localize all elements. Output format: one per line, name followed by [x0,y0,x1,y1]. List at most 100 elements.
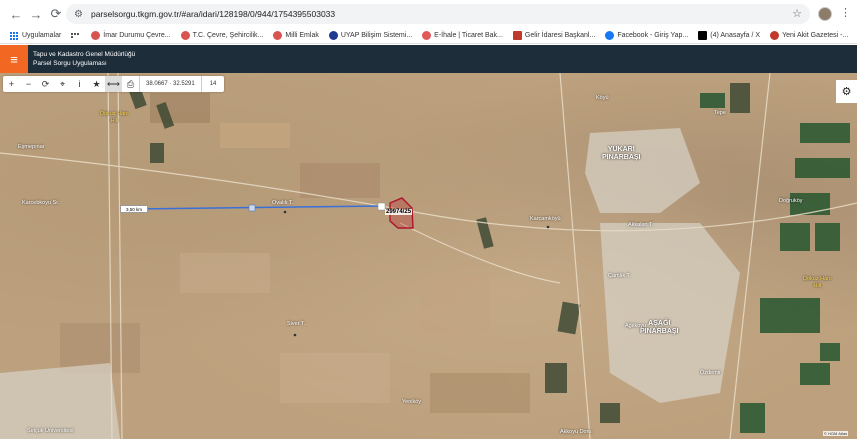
bookmark-favicon [422,31,432,40]
dark-field [730,83,750,113]
label-esmepinar: Eşmepınar [18,144,45,150]
green-field [740,403,765,433]
measurement-label: 3,50 km [120,205,148,213]
locate-icon[interactable]: ⌖ [54,76,71,92]
label-dokuz-hani: Dokuz Hanı Hill [100,111,129,124]
field-patch [220,123,290,148]
label-karcebkoyu: Karcebkoyu Sr. [22,200,60,206]
label-koyu-alt: Akkoyu Doru [560,429,592,435]
label-siver: Siver T. [287,321,306,327]
bookmark-favicon [770,31,780,40]
x-icon [698,31,708,40]
field-patch [180,253,270,293]
label-dogrukoy: Doğruköy [779,198,803,204]
facebook-icon [605,31,615,40]
info-icon[interactable]: i [71,76,88,92]
bookmark-cevre[interactable]: T.C. Çevre, Şehircilik... [180,31,264,40]
browser-address-bar: ← → ⟳ ⚙ parselsorgu.tkgm.gov.tr/#ara/ida… [0,0,857,28]
reload-icon[interactable]: ⟳ [46,4,66,24]
green-field [795,158,850,178]
bookmark-label: E-İhale | Ticaret Bak... [434,32,503,39]
bookmark-apps[interactable]: Uygulamalar [10,31,62,40]
label-tepe: Tepe [714,110,726,116]
dark-field [557,301,581,335]
measure-icon[interactable]: ⟷ [105,76,122,92]
label-ozdemir: Özdemir [700,370,721,376]
bookmark-x[interactable]: (4) Anasayfa / X [698,31,760,40]
green-field [700,93,725,108]
label-koyu: Köyü [596,95,609,101]
label-selcuk: Selçuk Üniversitesi [27,428,74,434]
bookmark-facebook[interactable]: Facebook - Giriş Yap... [605,31,688,40]
zoom-level: 14 [200,76,225,92]
favorite-star-icon[interactable]: ★ [88,76,105,92]
place-marker [293,333,297,337]
zoom-out-icon[interactable]: − [20,76,37,92]
green-field [800,363,830,385]
place-marker [546,225,550,229]
bookmark-label: Gelir İdaresi Başkanl... [524,32,596,39]
bookmark-uyap[interactable]: UYAP Bilişim Sistemi... [328,31,413,40]
measurement-line [133,205,383,210]
app-title: Tapu ve Kadastro Genel Müdürlüğü Parsel … [33,50,135,68]
parcel-label[interactable]: 29974/25 [385,209,413,215]
bookmark-e-ihale[interactable]: E-İhale | Ticaret Bak... [422,31,503,40]
field-patch [420,273,490,333]
green-field [760,298,820,333]
dark-field [150,143,164,163]
green-field [815,223,840,251]
field-patch [430,373,530,413]
bookmark-gib[interactable]: Gelir İdaresi Başkanl... [512,31,596,40]
label-ovalik: Ovalık T. [272,200,294,206]
hamburger-menu-icon[interactable]: ≡ [0,45,28,73]
bookmarks-bar: Uygulamalar İmar Durumu Çevre... T.C. Çe… [0,28,857,44]
back-arrow-icon[interactable]: ← [6,4,26,24]
label-camlik: Çamlık T. [608,273,631,279]
map-toolbar: + − ⟳ ⌖ i ★ ⟷ ⎙ 38.0667 · 32.5291 14 [3,76,225,92]
field-patch [280,353,390,403]
bookmark-favicon [512,31,522,40]
label-yenikoy: Yeniköy [402,399,422,405]
apps-grid-icon [10,31,18,40]
bookmark-label: Facebook - Giriş Yap... [617,32,689,39]
coordinates-readout: 38.0667 · 32.5291 [139,76,201,92]
bookmark-label: T.C. Çevre, Şehircilik... [192,32,264,39]
bookmark-label: Uygulamalar [22,32,62,39]
green-field [820,343,840,361]
map-view[interactable]: Dokuz Hanı Hill Eşmepınar Karcebkoyu Sr. … [0,73,857,439]
bookmark-label: Yeni Akit Gazetesi -... [782,32,849,39]
grid-icon [71,33,80,38]
label-agilkoyu: Ağılkoyu [625,323,647,329]
map-attribution: © HGM Atlas [823,431,849,436]
label-kuzey-hani: Dokuz Hanı Hill [803,276,832,289]
label-akalan: Akkalan T. [628,222,654,228]
road [729,73,771,439]
measurement-endpoint[interactable] [377,202,386,211]
browser-menu-icon[interactable]: ⋮ [840,6,851,19]
site-info-icon[interactable]: ⚙ [74,9,83,20]
measurement-midpoint[interactable] [248,204,256,212]
refresh-icon[interactable]: ⟳ [37,76,54,92]
bookmark-star-icon[interactable]: ☆ [792,7,802,20]
road [0,152,857,232]
url-text: parselsorgu.tkgm.gov.tr/#ara/idari/12819… [90,9,336,19]
bookmark-milli-emlak[interactable]: Milli Emlak [273,31,319,40]
green-field [780,223,810,251]
print-icon[interactable]: ⎙ [122,76,139,92]
field-patch [300,163,380,198]
road [117,73,123,439]
bookmark-folder[interactable] [71,33,83,38]
bookmark-label: UYAP Bilişim Sistemi... [340,32,413,39]
green-field [800,123,850,143]
bookmark-label: İmar Durumu Çevre... [103,32,171,39]
forward-arrow-icon[interactable]: → [26,4,46,24]
bookmark-imar[interactable]: İmar Durumu Çevre... [91,31,171,40]
bookmark-yeni-akit[interactable]: Yeni Akit Gazetesi -... [770,31,848,40]
settings-gear-icon[interactable]: ⚙ [836,80,857,103]
app-name: Parsel Sorgu Uygulaması [33,60,107,67]
zoom-in-icon[interactable]: + [3,76,20,92]
satellite-imagery [0,73,857,439]
url-field[interactable]: ⚙ parselsorgu.tkgm.gov.tr/#ara/idari/128… [66,4,810,24]
bookmark-favicon [91,31,101,40]
profile-avatar[interactable] [818,7,832,21]
